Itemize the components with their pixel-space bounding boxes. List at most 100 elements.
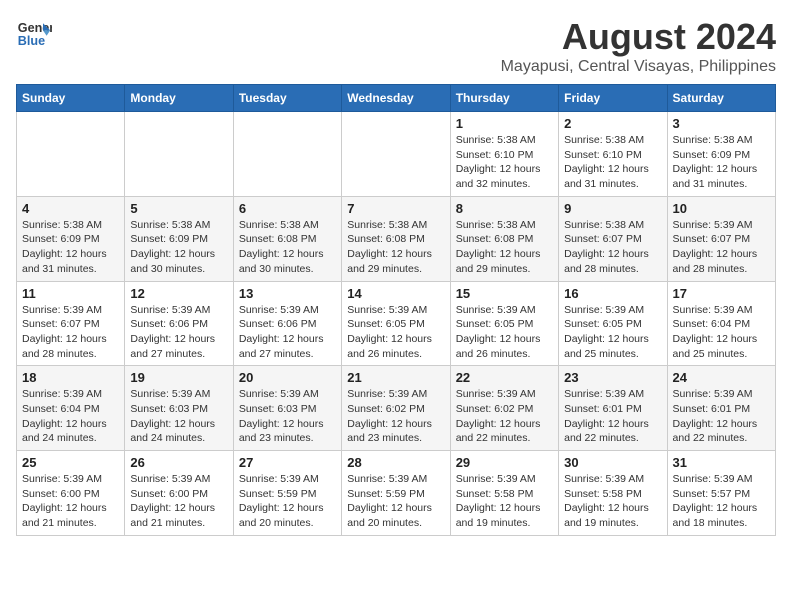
day-info: Sunrise: 5:39 AM Sunset: 6:05 PM Dayligh…: [347, 303, 444, 362]
calendar-cell: 12Sunrise: 5:39 AM Sunset: 6:06 PM Dayli…: [125, 281, 233, 366]
calendar-cell: 5 Sunrise: 5:38 AM Sunset: 6:09 PM Daylig…: [125, 196, 233, 281]
day-info: Sunrise: 5:39 AM Sunset: 6:05 PM Dayligh…: [564, 303, 661, 362]
weekday-header: Sunday: [17, 85, 125, 112]
calendar-cell: [125, 112, 233, 197]
day-info: Sunrise: 5:38 AM Sunset: 6:08 PM Dayligh…: [456, 218, 553, 277]
day-number: 27: [239, 455, 336, 470]
calendar-cell: 17Sunrise: 5:39 AM Sunset: 6:04 PM Dayli…: [667, 281, 775, 366]
day-info: Sunrise: 5:39 AM Sunset: 6:01 PM Dayligh…: [673, 387, 770, 446]
svg-text:Blue: Blue: [18, 34, 45, 48]
day-number: 13: [239, 286, 336, 301]
calendar-cell: 21 Sunrise: 5:39 AM Sunset: 6:02 PM Dayli…: [342, 366, 450, 451]
day-info: Sunrise: 5:38 AM Sunset: 6:10 PM Dayligh…: [456, 133, 553, 192]
day-info: Sunrise: 5:39 AM Sunset: 6:04 PM Dayligh…: [673, 303, 770, 362]
day-info: Sunrise: 5:39 AM Sunset: 6:03 PM Dayligh…: [130, 387, 227, 446]
day-number: 2: [564, 116, 661, 131]
logo-icon: General Blue: [16, 16, 52, 52]
weekday-header: Friday: [559, 85, 667, 112]
day-number: 23: [564, 370, 661, 385]
day-number: 20: [239, 370, 336, 385]
calendar-cell: 19Sunrise: 5:39 AM Sunset: 6:03 PM Dayli…: [125, 366, 233, 451]
calendar-cell: 10 Sunrise: 5:39 AM Sunset: 6:07 PM Dayli…: [667, 196, 775, 281]
day-info: Sunrise: 5:39 AM Sunset: 6:05 PM Dayligh…: [456, 303, 553, 362]
calendar-cell: 31Sunrise: 5:39 AM Sunset: 5:57 PM Dayli…: [667, 451, 775, 536]
calendar-header: SundayMondayTuesdayWednesdayThursdayFrid…: [17, 85, 776, 112]
calendar-week-row: 1 Sunrise: 5:38 AM Sunset: 6:10 PM Daylig…: [17, 112, 776, 197]
day-info: Sunrise: 5:38 AM Sunset: 6:10 PM Dayligh…: [564, 133, 661, 192]
day-info: Sunrise: 5:39 AM Sunset: 5:58 PM Dayligh…: [564, 472, 661, 531]
day-number: 22: [456, 370, 553, 385]
day-number: 12: [130, 286, 227, 301]
day-info: Sunrise: 5:38 AM Sunset: 6:08 PM Dayligh…: [239, 218, 336, 277]
day-info: Sunrise: 5:39 AM Sunset: 5:59 PM Dayligh…: [239, 472, 336, 531]
calendar-cell: 8 Sunrise: 5:38 AM Sunset: 6:08 PM Daylig…: [450, 196, 558, 281]
day-info: Sunrise: 5:39 AM Sunset: 6:06 PM Dayligh…: [239, 303, 336, 362]
day-info: Sunrise: 5:39 AM Sunset: 6:07 PM Dayligh…: [673, 218, 770, 277]
logo: General Blue: [16, 16, 52, 52]
calendar-cell: 1 Sunrise: 5:38 AM Sunset: 6:10 PM Daylig…: [450, 112, 558, 197]
calendar-cell: 9Sunrise: 5:38 AM Sunset: 6:07 PM Daylig…: [559, 196, 667, 281]
location-text: Mayapusi, Central Visayas, Philippines: [501, 58, 776, 76]
calendar-cell: 15 Sunrise: 5:39 AM Sunset: 6:05 PM Dayli…: [450, 281, 558, 366]
day-number: 18: [22, 370, 119, 385]
day-number: 5: [130, 201, 227, 216]
day-info: Sunrise: 5:38 AM Sunset: 6:09 PM Dayligh…: [22, 218, 119, 277]
page-header: General Blue August 2024 Mayapusi, Centr…: [16, 16, 776, 76]
day-number: 11: [22, 286, 119, 301]
calendar-cell: 11 Sunrise: 5:39 AM Sunset: 6:07 PM Dayli…: [17, 281, 125, 366]
day-number: 14: [347, 286, 444, 301]
weekday-header: Monday: [125, 85, 233, 112]
calendar-cell: 25Sunrise: 5:39 AM Sunset: 6:00 PM Dayli…: [17, 451, 125, 536]
day-info: Sunrise: 5:39 AM Sunset: 6:04 PM Dayligh…: [22, 387, 119, 446]
calendar-cell: 16 Sunrise: 5:39 AM Sunset: 6:05 PM Dayli…: [559, 281, 667, 366]
day-number: 21: [347, 370, 444, 385]
day-number: 9: [564, 201, 661, 216]
calendar-cell: 23 Sunrise: 5:39 AM Sunset: 6:01 PM Dayli…: [559, 366, 667, 451]
day-info: Sunrise: 5:39 AM Sunset: 6:02 PM Dayligh…: [456, 387, 553, 446]
calendar-cell: 24 Sunrise: 5:39 AM Sunset: 6:01 PM Dayli…: [667, 366, 775, 451]
calendar-cell: 27 Sunrise: 5:39 AM Sunset: 5:59 PM Dayli…: [233, 451, 341, 536]
calendar-cell: 30 Sunrise: 5:39 AM Sunset: 5:58 PM Dayli…: [559, 451, 667, 536]
day-number: 28: [347, 455, 444, 470]
day-number: 8: [456, 201, 553, 216]
day-info: Sunrise: 5:39 AM Sunset: 6:02 PM Dayligh…: [347, 387, 444, 446]
calendar-week-row: 18 Sunrise: 5:39 AM Sunset: 6:04 PM Dayli…: [17, 366, 776, 451]
day-info: Sunrise: 5:38 AM Sunset: 6:08 PM Dayligh…: [347, 218, 444, 277]
calendar-cell: [233, 112, 341, 197]
calendar-week-row: 11 Sunrise: 5:39 AM Sunset: 6:07 PM Dayli…: [17, 281, 776, 366]
calendar-body: 1 Sunrise: 5:38 AM Sunset: 6:10 PM Daylig…: [17, 112, 776, 536]
calendar-week-row: 25 Sunrise: 5:39 AM Sunset: 6:00 PM Dayli…: [17, 451, 776, 536]
day-number: 7: [347, 201, 444, 216]
calendar-cell: 20Sunrise: 5:39 AM Sunset: 6:03 PM Dayli…: [233, 366, 341, 451]
day-number: 6: [239, 201, 336, 216]
day-number: 24: [673, 370, 770, 385]
calendar-cell: 3Sunrise: 5:38 AM Sunset: 6:09 PM Daylig…: [667, 112, 775, 197]
calendar-cell: 6 Sunrise: 5:38 AM Sunset: 6:08 PM Daylig…: [233, 196, 341, 281]
title-block: August 2024 Mayapusi, Central Visayas, P…: [501, 16, 776, 76]
calendar-cell: [17, 112, 125, 197]
day-info: Sunrise: 5:39 AM Sunset: 6:07 PM Dayligh…: [22, 303, 119, 362]
weekday-header: Thursday: [450, 85, 558, 112]
weekday-row: SundayMondayTuesdayWednesdayThursdayFrid…: [17, 85, 776, 112]
calendar-cell: 14 Sunrise: 5:39 AM Sunset: 6:05 PM Dayli…: [342, 281, 450, 366]
day-info: Sunrise: 5:38 AM Sunset: 6:09 PM Dayligh…: [130, 218, 227, 277]
day-number: 15: [456, 286, 553, 301]
day-number: 25: [22, 455, 119, 470]
day-number: 1: [456, 116, 553, 131]
calendar-cell: 4Sunrise: 5:38 AM Sunset: 6:09 PM Daylig…: [17, 196, 125, 281]
day-number: 10: [673, 201, 770, 216]
weekday-header: Saturday: [667, 85, 775, 112]
calendar-cell: 22 Sunrise: 5:39 AM Sunset: 6:02 PM Dayli…: [450, 366, 558, 451]
calendar-cell: 26 Sunrise: 5:39 AM Sunset: 6:00 PM Dayli…: [125, 451, 233, 536]
calendar-cell: 18 Sunrise: 5:39 AM Sunset: 6:04 PM Dayli…: [17, 366, 125, 451]
day-info: Sunrise: 5:39 AM Sunset: 6:01 PM Dayligh…: [564, 387, 661, 446]
day-number: 30: [564, 455, 661, 470]
day-number: 31: [673, 455, 770, 470]
day-info: Sunrise: 5:39 AM Sunset: 5:59 PM Dayligh…: [347, 472, 444, 531]
calendar-cell: 7 Sunrise: 5:38 AM Sunset: 6:08 PM Daylig…: [342, 196, 450, 281]
calendar-cell: [342, 112, 450, 197]
day-number: 26: [130, 455, 227, 470]
day-number: 16: [564, 286, 661, 301]
day-info: Sunrise: 5:39 AM Sunset: 6:00 PM Dayligh…: [130, 472, 227, 531]
day-number: 3: [673, 116, 770, 131]
